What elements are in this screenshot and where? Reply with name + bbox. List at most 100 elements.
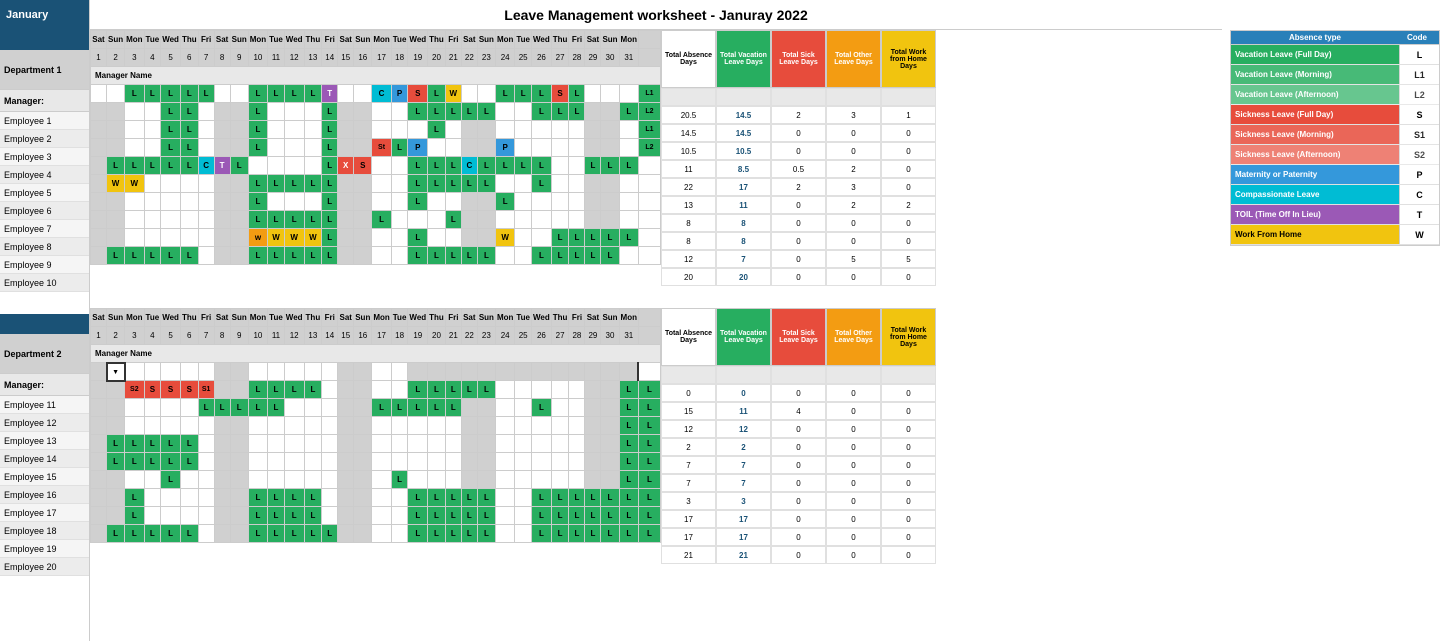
dept1-emp3-name: Employee 3	[0, 148, 89, 166]
dept2-header-label: Department 2	[4, 349, 62, 359]
day-sun16: Sun	[354, 31, 372, 49]
dept2-emp19-totals: 17 17 0 0 0	[661, 528, 936, 546]
table-row: LLLLL L L	[91, 211, 661, 229]
total-sick-header: Total Sick Leave Days	[771, 30, 826, 88]
table-row: LLLLL L L	[91, 453, 661, 471]
dept1-manager-label: Manager:	[4, 96, 44, 106]
day-number-row: 1234567 891011121314 15161718192021 2223…	[91, 49, 661, 67]
label-col-header	[638, 31, 660, 49]
table-row: LL L L L L1	[91, 121, 661, 139]
legend-vacation-full: Vacation Leave (Full Day) L	[1231, 45, 1439, 65]
legend-vacation-morning-label: Vacation Leave (Morning)	[1231, 70, 1399, 79]
table-row: L L	[91, 417, 661, 435]
total-wfh-header: Total Work from Home Days	[881, 30, 936, 88]
legend-panel: Absence type Code Vacation Leave (Full D…	[1230, 30, 1440, 246]
dept2-emp13-name: Employee 13	[0, 432, 89, 450]
legend-compassionate: Compassionate Leave C	[1231, 185, 1439, 205]
dept-section-spacer	[90, 286, 1222, 308]
table-row: L L L L	[91, 471, 661, 489]
dept1-emp5-name: Employee 5	[0, 184, 89, 202]
dept1-manager-row: Manager:	[0, 90, 89, 112]
legend-sick-full: Sickness Leave (Full Day) S	[1231, 105, 1439, 125]
day-mon3: Mon	[125, 31, 144, 49]
day-tue25: Tue	[515, 31, 532, 49]
dept1-totals: Total Absence Days Total Vacation Leave …	[661, 30, 936, 286]
total-absence-header: Total Absence Days	[661, 30, 716, 88]
legend-toil: TOIL (Time Off In Lieu) T	[1231, 205, 1439, 225]
day-tue18: Tue	[391, 31, 408, 49]
total-other-header: Total Other Leave Days	[826, 30, 881, 88]
day-sun9: Sun	[230, 31, 248, 49]
legend-absence-label: Absence type	[1233, 33, 1397, 42]
dept2-total-sick-header: Total Sick Leave Days	[771, 308, 826, 366]
legend-sick-morning-label: Sickness Leave (Morning)	[1231, 130, 1399, 139]
total-vacation-header: Total Vacation Leave Days	[716, 30, 771, 88]
day-mon10: Mon	[248, 31, 267, 49]
dept1-col-header: Department 1	[0, 50, 89, 90]
day-mon24: Mon	[495, 31, 514, 49]
legend-header: Absence type Code	[1231, 31, 1439, 45]
legend-toil-code: T	[1399, 205, 1439, 224]
table-row: LLLLL L L	[91, 435, 661, 453]
dept2-emp14-totals: 2 2 0 0 0	[661, 438, 936, 456]
january-label: January	[0, 0, 89, 30]
dept1-emp9-name: Employee 9	[0, 256, 89, 274]
table-row[interactable]: ▼	[91, 363, 661, 381]
dept2-emp19-name: Employee 19	[0, 540, 89, 558]
dept2-emp20-totals: 21 21 0 0 0	[661, 546, 936, 564]
table-row: W W LLLLL LLLLL L	[91, 175, 661, 193]
day-mon31: Mon	[619, 31, 638, 49]
dept2-emp18-totals: 17 17 0 0 0	[661, 510, 936, 528]
dept1-emp2-totals: 14.5 14.5 0 0 0	[661, 124, 936, 142]
legend-wfh: Work From Home W	[1231, 225, 1439, 245]
day-mon17: Mon	[372, 31, 391, 49]
dept1-header-spacer	[0, 30, 89, 50]
table-row: LL L L LLLLL LLL L L2	[91, 103, 661, 121]
dept1-emp8-name: Employee 8	[0, 238, 89, 256]
dept1-emp2-name: Employee 2	[0, 130, 89, 148]
table-row: L LLLL LLLLL LLLLL L L	[91, 507, 661, 525]
dept2-manager-cal-row: Manager Name	[91, 345, 661, 363]
dept2-header-spacer	[0, 314, 89, 334]
dept1-calendar[interactable]: Sat Sun Mon Tue Wed Thu Fri Sat Sun Mon …	[90, 30, 661, 286]
legend-wfh-label: Work From Home	[1231, 230, 1399, 239]
legend-vacation-afternoon-code: L2	[1399, 85, 1439, 104]
legend-compassionate-code: C	[1399, 185, 1439, 204]
dept-spacer	[0, 292, 89, 314]
dept2-total-other-header: Total Other Leave Days	[826, 308, 881, 366]
dept1-emp6-totals: 13 11 0 2 2	[661, 196, 936, 214]
day-wed26: Wed	[532, 31, 552, 49]
table-row: S2 S S S S1 LLLL LLLLL L	[91, 381, 661, 399]
day-fri7: Fri	[198, 31, 214, 49]
day-header-row: Sat Sun Mon Tue Wed Thu Fri Sat Sun Mon …	[91, 31, 661, 49]
day-wed19: Wed	[408, 31, 428, 49]
dept2-emp14-name: Employee 14	[0, 450, 89, 468]
day-sat15: Sat	[338, 31, 354, 49]
legend-sick-afternoon-code: S2	[1399, 145, 1439, 164]
day-sat29: Sat	[585, 31, 601, 49]
dept1-emp8-totals: 8 8 0 0 0	[661, 232, 936, 250]
dept2-total-vacation-header: Total Vacation Leave Days	[716, 308, 771, 366]
dept2-calendar[interactable]: SatSun MonTueWedThuFri SatSun MonTueWedT…	[90, 308, 661, 564]
legend-sick-full-code: S	[1399, 105, 1439, 124]
dept1-emp1-name: Employee 1	[0, 112, 89, 130]
page-title: Leave Management worksheet - Januray 202…	[90, 0, 1222, 30]
table-row: LLLLL LLLLL LLLLL LLLLL L L	[91, 525, 661, 543]
dept2-totals: Total Absence Days Total Vacation Leave …	[661, 308, 936, 564]
legend-maternity-code: P	[1399, 165, 1439, 184]
dept1-emp3-totals: 10.5 10.5 0 0 0	[661, 142, 936, 160]
legend-sick-full-label: Sickness Leave (Full Day)	[1231, 110, 1399, 119]
dept1-emp7-totals: 8 8 0 0 0	[661, 214, 936, 232]
legend-vacation-afternoon-label: Vacation Leave (Afternoon)	[1231, 90, 1399, 99]
day-wed5: Wed	[161, 31, 181, 49]
table-row: LL L L	[91, 193, 661, 211]
dept1-emp9-totals: 12 7 0 5 5	[661, 250, 936, 268]
dept2-emp12-totals: 15 11 4 0 0	[661, 402, 936, 420]
left-sidebar: January Department 1 Manager: Employee 1…	[0, 0, 90, 641]
dept2-col-header: Department 2	[0, 334, 89, 374]
legend-sick-afternoon: Sickness Leave (Afternoon) S2	[1231, 145, 1439, 165]
dept2-emp13-totals: 12 12 0 0 0	[661, 420, 936, 438]
legend-maternity: Maternity or Paternity P	[1231, 165, 1439, 185]
legend-vacation-full-code: L	[1399, 45, 1439, 64]
dept2-emp16-totals: 7 7 0 0 0	[661, 474, 936, 492]
